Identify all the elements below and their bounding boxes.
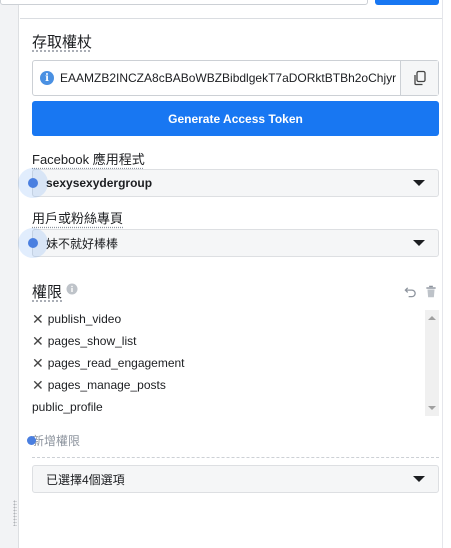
- permission-item: ✕ pages_manage_posts: [32, 374, 439, 396]
- user-or-page-value: 妹不就好棒棒: [46, 236, 119, 251]
- user-or-page-select[interactable]: 妹不就好棒棒: [32, 229, 439, 257]
- permission-label: pages_read_engagement: [47, 356, 185, 370]
- top-button-partial[interactable]: [375, 0, 439, 5]
- close-icon[interactable]: ✕: [32, 355, 44, 372]
- access-token-title: 存取權杖: [32, 34, 93, 51]
- permissions-title-text: 權限: [32, 284, 63, 301]
- generate-access-token-button[interactable]: Generate Access Token: [32, 101, 439, 136]
- facebook-app-value: sexysexydergroup: [46, 176, 153, 190]
- chevron-down-icon: [413, 180, 425, 186]
- right-edge: [442, 0, 451, 548]
- scroll-up-arrow[interactable]: [428, 316, 436, 320]
- chevron-down-icon: [413, 240, 425, 246]
- permission-item: ✕ publish_video: [32, 308, 439, 330]
- step-indicator: [18, 168, 48, 198]
- add-permission-input[interactable]: 新增權限: [32, 432, 80, 449]
- chevron-down-icon: [413, 476, 425, 482]
- permission-item: public_profile: [32, 396, 439, 418]
- info-icon[interactable]: [66, 283, 78, 295]
- permissions-list: ✕ publish_video ✕ pages_show_list ✕ page…: [32, 308, 439, 416]
- scroll-down-arrow[interactable]: [428, 406, 436, 410]
- info-icon[interactable]: i: [40, 71, 54, 85]
- permission-label: pages_manage_posts: [47, 378, 166, 392]
- permission-label: pages_show_list: [47, 334, 137, 348]
- permissions-select-value: 已選擇4個選項: [46, 472, 125, 487]
- trash-icon[interactable]: [425, 285, 437, 298]
- divider: [20, 18, 442, 19]
- permission-label: public_profile: [32, 400, 103, 414]
- step-indicator: [18, 228, 48, 258]
- permissions-title: 權限: [32, 281, 62, 302]
- resize-grip[interactable]: [13, 500, 17, 526]
- permissions-select[interactable]: 已選擇4個選項: [32, 465, 439, 493]
- permission-item: ✕ pages_show_list: [32, 330, 439, 352]
- user-or-page-label: 用戶或粉絲專頁: [32, 211, 124, 226]
- close-icon[interactable]: ✕: [32, 311, 44, 328]
- undo-icon[interactable]: [404, 285, 417, 298]
- access-token-field[interactable]: i EAAMZB2INCZA8cBABoWBZBibdlgekT7aDORktB…: [32, 60, 439, 96]
- top-input-partial[interactable]: [0, 0, 368, 5]
- facebook-app-label: Facebook 應用程式: [32, 152, 145, 167]
- permission-label: publish_video: [47, 312, 122, 326]
- copy-icon: [413, 70, 426, 86]
- copy-button[interactable]: [400, 61, 438, 95]
- scrollbar[interactable]: [425, 310, 439, 416]
- step-indicator: [27, 436, 36, 445]
- permission-item: ✕ pages_read_engagement: [32, 352, 439, 374]
- left-gutter: [0, 0, 19, 548]
- facebook-app-select[interactable]: sexysexydergroup: [32, 169, 439, 197]
- divider: [32, 457, 439, 458]
- permissions-actions: [404, 285, 437, 298]
- access-token-value[interactable]: EAAMZB2INCZA8cBABoWBZBibdlgekT7aDORktBTB…: [60, 71, 396, 85]
- close-icon[interactable]: ✕: [32, 377, 44, 394]
- close-icon[interactable]: ✕: [32, 333, 44, 350]
